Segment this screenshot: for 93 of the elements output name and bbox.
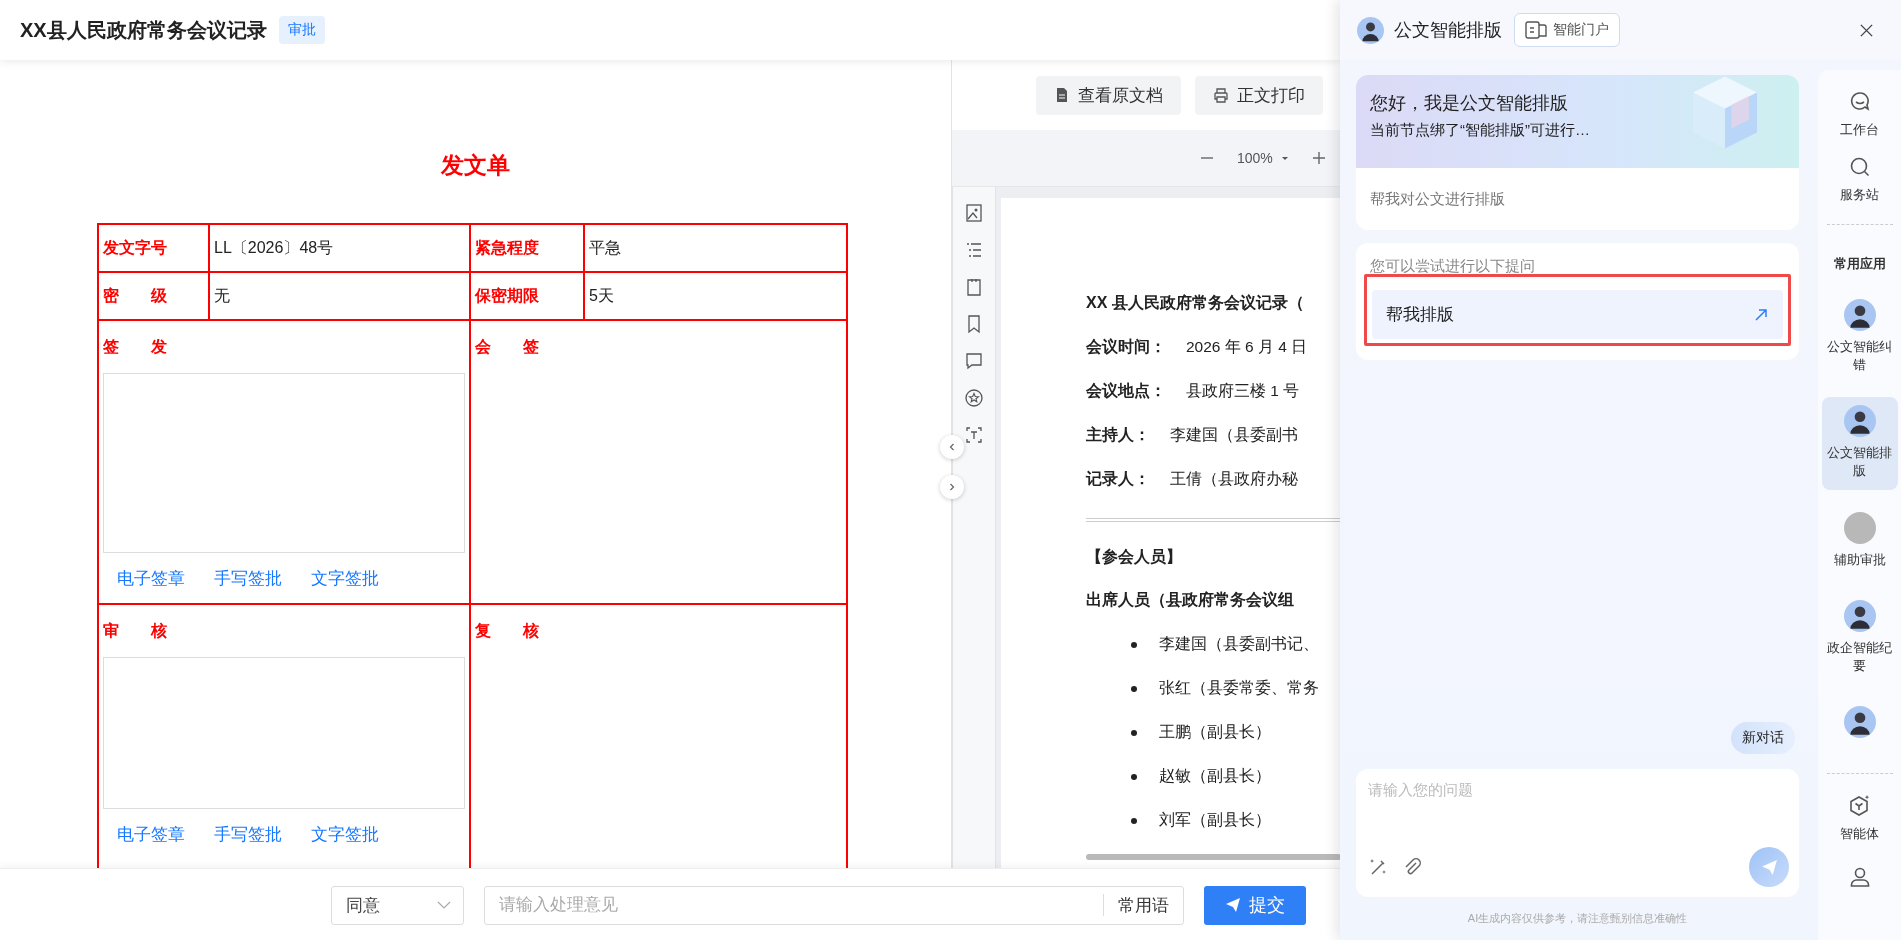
clipboard-icon[interactable] bbox=[964, 277, 984, 297]
send-icon bbox=[1760, 858, 1778, 876]
zoom-in-icon[interactable] bbox=[1310, 150, 1327, 166]
toolbar-button[interactable]: 查看原文档 bbox=[1036, 75, 1181, 115]
avatar-icon bbox=[1843, 705, 1876, 738]
scrollbar[interactable] bbox=[1086, 854, 1340, 860]
field-label: 紧急程度 bbox=[471, 225, 585, 273]
suggestion-item[interactable]: 帮我排版 bbox=[1372, 290, 1783, 339]
arrow-icon bbox=[1753, 306, 1769, 323]
printer-icon bbox=[1213, 87, 1229, 103]
submit-button[interactable]: 提交 bbox=[1204, 885, 1306, 925]
chevron-right-icon bbox=[947, 482, 957, 492]
chevron-left-icon bbox=[947, 442, 957, 452]
panel-title: 公文智能排版 bbox=[1394, 19, 1502, 42]
rail-item[interactable]: 服务站 bbox=[1821, 147, 1898, 212]
field-label: 保密期限 bbox=[471, 273, 585, 321]
meta-label: 会议时间： bbox=[1086, 337, 1166, 357]
attendee-item: 李建国（县委副书记、 bbox=[1159, 634, 1319, 654]
section-label: 会 签 bbox=[475, 336, 539, 357]
new-chat-button[interactable]: 新对话 bbox=[1731, 722, 1795, 754]
field-label: 发文字号 bbox=[99, 225, 210, 273]
chevron-icon bbox=[437, 900, 451, 910]
portal-button[interactable]: 智能门户 bbox=[1514, 13, 1620, 47]
subheading: 出席人员（县政府常务会议组 bbox=[1086, 590, 1295, 610]
attendee-item: 王鹏（副县长） bbox=[1159, 722, 1271, 742]
section-label: 审 核 bbox=[103, 620, 167, 641]
sign-link[interactable]: 文字签批 bbox=[311, 566, 379, 590]
app-item[interactable]: 公文智能纠错 bbox=[1821, 291, 1898, 384]
attendee-item: 刘军（副县长） bbox=[1159, 810, 1271, 830]
zoom-level[interactable]: 100% bbox=[1237, 150, 1273, 166]
list-icon[interactable] bbox=[964, 240, 984, 260]
form-title: 发文单 bbox=[440, 151, 511, 180]
bullet-icon bbox=[1131, 641, 1137, 648]
rail-item[interactable]: 工作台 bbox=[1821, 82, 1898, 147]
sign-link[interactable]: 电子签章 bbox=[117, 566, 185, 590]
portal-icon bbox=[1525, 21, 1547, 39]
caret-icon[interactable] bbox=[1280, 154, 1289, 162]
app-item[interactable]: 辅助审批 bbox=[1821, 503, 1898, 578]
app-item[interactable]: 公文智能排版 bbox=[1821, 397, 1898, 490]
document-title: XX 县人民政府常务会议记录（ bbox=[1086, 293, 1305, 313]
text-recognition-icon[interactable] bbox=[964, 425, 984, 445]
decision-dropdown[interactable]: 同意 bbox=[331, 885, 464, 925]
sign-link[interactable]: 电子签章 bbox=[117, 822, 185, 846]
meta-value: 2026 年 6 月 4 日 bbox=[1186, 337, 1308, 357]
meta-value: 王倩（县政府办秘 bbox=[1170, 469, 1298, 489]
greeting-title: 您好，我是公文智能排版 bbox=[1370, 92, 1569, 115]
attendee-item: 张红（县委常委、常务 bbox=[1159, 678, 1319, 698]
bullet-icon bbox=[1131, 729, 1137, 736]
avatar-icon bbox=[1843, 299, 1876, 331]
field-label: 密 级 bbox=[99, 273, 210, 321]
field-value: 5天 bbox=[585, 273, 848, 321]
meta-label: 会议地点： bbox=[1086, 381, 1166, 401]
send-icon bbox=[1225, 897, 1241, 913]
agent-item[interactable]: 智能体 bbox=[1821, 785, 1898, 851]
avatar-icon bbox=[1843, 599, 1876, 632]
field-value: 平急 bbox=[585, 225, 848, 273]
suggestions-heading: 您可以尝试进行以下提问 bbox=[1369, 257, 1536, 276]
disclaimer: AI生成内容仅供参考，请注意甄别信息准确性 bbox=[1466, 911, 1689, 926]
meta-value: 县政府三楼 1 号 bbox=[1186, 381, 1300, 401]
attendee-item: 赵敏（副县长） bbox=[1159, 766, 1271, 786]
meta-label: 主持人： bbox=[1086, 425, 1150, 445]
sign-link[interactable]: 手写签批 bbox=[214, 566, 282, 590]
app-item[interactable]: 政企智能纪要 bbox=[1821, 591, 1898, 684]
section-heading: 常用应用 bbox=[1833, 255, 1886, 273]
document-icon bbox=[1054, 87, 1070, 103]
sign-link[interactable]: 手写签批 bbox=[214, 822, 282, 846]
common-phrases-button[interactable]: 常用语 bbox=[1103, 894, 1183, 916]
image-icon[interactable] bbox=[964, 203, 984, 223]
bullet-icon bbox=[1131, 773, 1137, 780]
meta-label: 记录人： bbox=[1086, 469, 1150, 489]
section-label: 复 核 bbox=[475, 620, 539, 641]
comment-icon[interactable] bbox=[964, 351, 984, 371]
avatar-icon bbox=[1357, 16, 1384, 44]
status-tag: 审批 bbox=[278, 16, 325, 44]
bullet-icon bbox=[1131, 685, 1137, 692]
magic-wand-icon[interactable] bbox=[1368, 857, 1388, 877]
placeholder-avatar-icon bbox=[1843, 511, 1876, 544]
field-value: LL〔2026〕48号 bbox=[210, 225, 471, 273]
meta-value: 李建国（县委副书 bbox=[1170, 425, 1298, 445]
toolbar-button[interactable]: 正文打印 bbox=[1195, 75, 1323, 115]
close-icon[interactable] bbox=[1859, 22, 1874, 38]
sign-link[interactable]: 文字签批 bbox=[311, 822, 379, 846]
question-input-field[interactable]: 请输入您的问题 bbox=[1368, 781, 1789, 847]
opinion-field[interactable]: 请输入处理意见 常用语 bbox=[484, 885, 1184, 925]
section-label: 签 发 bbox=[103, 336, 167, 357]
avatar-icon bbox=[1843, 405, 1876, 438]
bullet-icon bbox=[1131, 817, 1137, 824]
section-heading: 【参会人员】 bbox=[1086, 547, 1183, 567]
question-input-box[interactable]: 请输入您的问题 bbox=[1356, 769, 1799, 897]
greeting-subtitle: 当前节点绑了“智能排版”可进行… bbox=[1370, 121, 1591, 140]
page-title: XX县人民政府常务会议记录 bbox=[20, 17, 267, 43]
prompt-text[interactable]: 帮我对公文进行排版 bbox=[1356, 168, 1799, 230]
field-value: 无 bbox=[210, 273, 471, 321]
